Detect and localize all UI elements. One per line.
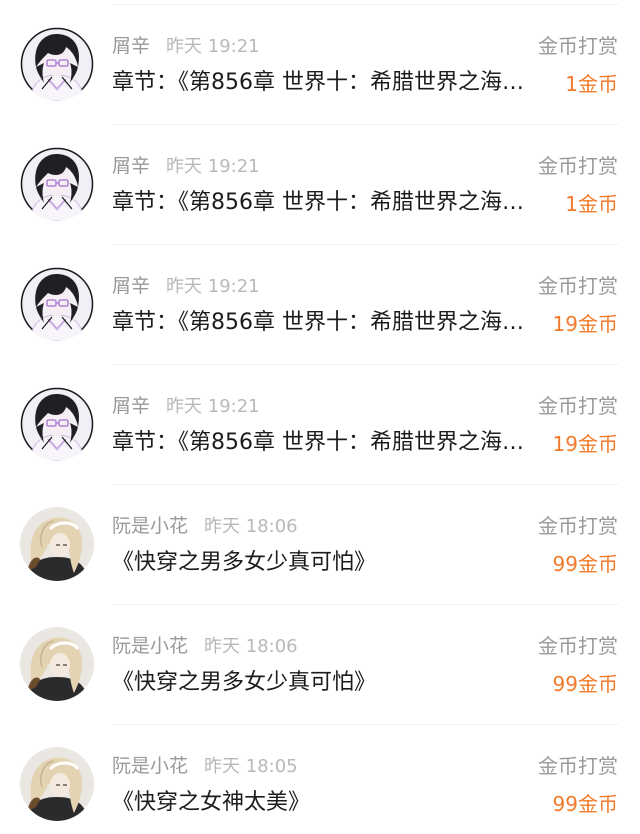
meta-line: 屑辛 昨天 19:21 — [112, 33, 260, 60]
reward-type: 金币打赏 — [538, 514, 618, 538]
dark-hair-avatar[interactable] — [20, 27, 94, 101]
blonde-hair-avatar[interactable] — [20, 507, 94, 581]
user-name[interactable]: 阮是小花 — [112, 755, 188, 777]
reward-amount: 19金币 — [552, 312, 618, 336]
reward-item-7[interactable]: 阮是小花 昨天 18:05 金币打赏 《快穿之女神太美》 99金币 — [0, 725, 640, 834]
user-name[interactable]: 阮是小花 — [112, 635, 188, 657]
timestamp: 昨天 19:21 — [166, 396, 260, 417]
dark-hair-avatar[interactable] — [20, 267, 94, 341]
dark-hair-avatar[interactable] — [20, 387, 94, 461]
reward-amount: 99金币 — [552, 672, 618, 696]
reward-amount: 1金币 — [565, 192, 618, 216]
meta-line: 屑辛 昨天 19:21 — [112, 273, 260, 300]
reward-amount: 1金币 — [565, 72, 618, 96]
user-name[interactable]: 阮是小花 — [112, 515, 188, 537]
user-name[interactable]: 屑辛 — [112, 395, 150, 417]
reward-amount: 99金币 — [552, 792, 618, 816]
reward-item-2[interactable]: 屑辛昨天 19:21 金币打赏 章节：《第856章 世界十：希腊世界之海神的替身… — [0, 125, 640, 245]
meta-line: 屑辛 昨天 19:21 — [112, 393, 260, 420]
reward-list-screen: 屑辛昨天 19:21 金币打赏 章节：《第856章 世界十：希腊世界之海神的替身… — [0, 0, 640, 834]
reward-content[interactable]: 章节：《第856章 世界十：希腊世界之海神的替身情人17》 — [112, 187, 532, 219]
timestamp: 昨天 19:21 — [166, 276, 260, 297]
reward-amount: 99金币 — [552, 552, 618, 576]
meta-line: 阮是小花 昨天 18:05 — [112, 753, 298, 780]
reward-item-6[interactable]: 阮是小花 昨天 18:06 金币打赏 《快穿之男多女少真可怕》 99金币 — [0, 605, 640, 725]
reward-content[interactable]: 章节：《第856章 世界十：希腊世界之海神的替身情人17》 — [112, 67, 532, 99]
reward-item-3[interactable]: 屑辛昨天 19:21 金币打赏 章节：《第856章 世界十：希腊世界之海神的替身… — [0, 245, 640, 365]
user-name[interactable]: 屑辛 — [112, 35, 150, 57]
reward-content[interactable]: 章节：《第856章 世界十：希腊世界之海神的替身情人17》 — [112, 427, 532, 459]
user-name[interactable]: 屑辛 — [112, 275, 150, 297]
reward-item-5[interactable]: 阮是小花 昨天 18:06 金币打赏 《快穿之男多女少真可怕》 99金币 — [0, 485, 640, 605]
blonde-hair-avatar[interactable] — [20, 747, 94, 821]
reward-content[interactable]: 《快穿之女神太美》 — [112, 787, 532, 819]
reward-item-4[interactable]: 屑辛昨天 19:21 金币打赏 章节：《第856章 世界十：希腊世界之海神的替身… — [0, 365, 640, 485]
dark-hair-avatar[interactable] — [20, 147, 94, 221]
reward-type: 金币打赏 — [538, 34, 618, 58]
reward-content[interactable]: 《快穿之男多女少真可怕》 — [112, 547, 532, 579]
reward-item-1[interactable]: 屑辛昨天 19:21 金币打赏 章节：《第856章 世界十：希腊世界之海神的替身… — [0, 5, 640, 125]
timestamp: 昨天 19:21 — [166, 36, 260, 57]
timestamp: 昨天 18:06 — [204, 516, 298, 537]
reward-content[interactable]: 章节：《第856章 世界十：希腊世界之海神的替身情人17》 — [112, 307, 532, 339]
timestamp: 昨天 18:06 — [204, 636, 298, 657]
meta-line: 阮是小花 昨天 18:06 — [112, 633, 298, 660]
user-name[interactable]: 屑辛 — [112, 155, 150, 177]
meta-line: 阮是小花 昨天 18:06 — [112, 513, 298, 540]
reward-content[interactable]: 《快穿之男多女少真可怕》 — [112, 667, 532, 699]
blonde-hair-avatar[interactable] — [20, 627, 94, 701]
reward-type: 金币打赏 — [538, 274, 618, 298]
timestamp: 昨天 19:21 — [166, 156, 260, 177]
reward-type: 金币打赏 — [538, 394, 618, 418]
reward-type: 金币打赏 — [538, 754, 618, 778]
meta-line: 屑辛 昨天 19:21 — [112, 153, 260, 180]
reward-type: 金币打赏 — [538, 154, 618, 178]
reward-amount: 19金币 — [552, 432, 618, 456]
reward-type: 金币打赏 — [538, 634, 618, 658]
timestamp: 昨天 18:05 — [204, 756, 298, 777]
